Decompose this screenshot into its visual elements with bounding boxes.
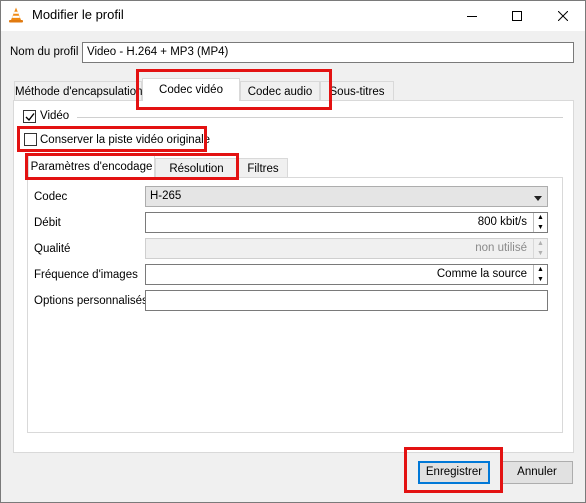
codec-label: Codec [34, 191, 68, 203]
video-checkbox-label: Vidéo [40, 110, 70, 122]
codec-select[interactable]: H-265 [145, 186, 548, 207]
maximize-icon [511, 10, 522, 21]
tab-subtitles[interactable]: Sous-titres [320, 81, 394, 101]
checkmark-icon [25, 112, 35, 121]
tab-filters[interactable]: Filtres [238, 158, 288, 178]
spin-down-icon[interactable]: ▼ [534, 223, 547, 233]
custom-options-label: Options personnalisés [34, 295, 148, 307]
close-button[interactable] [540, 0, 585, 31]
save-button[interactable]: Enregistrer [418, 461, 490, 484]
profile-name-input[interactable]: Video - H.264 + MP3 (MP4) [82, 42, 574, 63]
framerate-value: Comme la source [436, 268, 527, 280]
maximize-button[interactable] [494, 0, 539, 31]
spin-up-icon: ▲ [537, 240, 544, 248]
profile-name-label: Nom du profil [10, 46, 79, 58]
tab-encoding-parameters[interactable]: Paramètres d'encodage [28, 155, 155, 178]
minimize-button[interactable] [449, 0, 494, 31]
bitrate-label: Débit [34, 217, 61, 229]
bitrate-spinbox[interactable]: 800 kbit/s ▲ ▼ [145, 212, 548, 233]
profile-name-value: Video - H.264 + MP3 (MP4) [87, 46, 229, 58]
video-checkbox[interactable] [23, 110, 36, 123]
quality-value: non utilisé [475, 242, 527, 254]
keep-original-label: Conserver la piste vidéo originale [40, 134, 211, 146]
tab-video-codec[interactable]: Codec vidéo [142, 78, 240, 101]
vlc-cone-icon [8, 7, 24, 23]
codec-value: H-265 [150, 190, 182, 202]
quality-spinbox: non utilisé ▲ ▼ [145, 238, 548, 259]
bitrate-stepper[interactable]: ▲ ▼ [533, 213, 547, 232]
spin-up-icon[interactable]: ▲ [534, 213, 547, 223]
spin-down-icon: ▼ [537, 249, 544, 257]
window-title: Modifier le profil [32, 7, 124, 22]
quality-label: Qualité [34, 243, 71, 255]
custom-options-input[interactable] [145, 290, 548, 311]
bitrate-value: 800 kbit/s [477, 216, 527, 228]
video-group-line [77, 117, 563, 118]
quality-stepper: ▲ ▼ [533, 239, 547, 258]
cancel-button[interactable]: Annuler [501, 461, 573, 484]
minimize-icon [466, 15, 477, 17]
framerate-stepper[interactable]: ▲ ▼ [533, 265, 547, 284]
chevron-down-icon [534, 193, 542, 205]
tab-encapsulation[interactable]: Méthode d'encapsulation [14, 81, 143, 101]
close-icon [557, 10, 568, 21]
tab-audio-codec[interactable]: Codec audio [240, 81, 320, 101]
framerate-spinbox[interactable]: Comme la source ▲ ▼ [145, 264, 548, 285]
spin-up-icon[interactable]: ▲ [534, 265, 547, 275]
keep-original-checkbox[interactable] [24, 133, 37, 146]
tab-resolution[interactable]: Résolution [155, 158, 238, 178]
spin-down-icon[interactable]: ▼ [534, 275, 547, 285]
framerate-label: Fréquence d'images [34, 269, 138, 281]
